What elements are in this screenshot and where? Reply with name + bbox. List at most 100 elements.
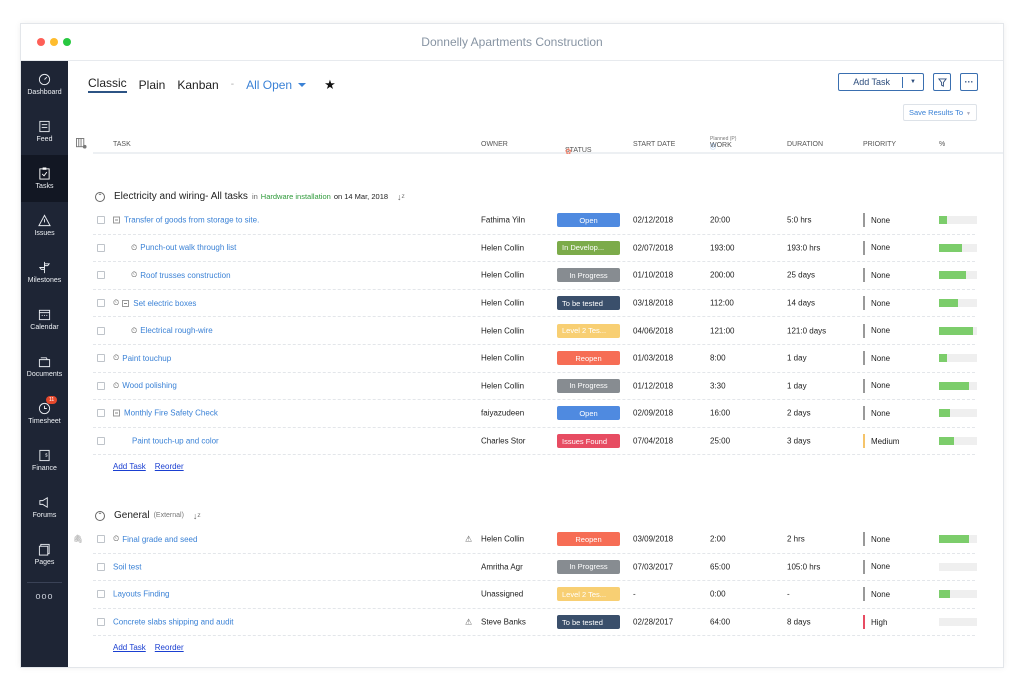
- duration[interactable]: -: [787, 590, 790, 599]
- sidebar-item-dashboard[interactable]: Dashboard: [21, 61, 68, 108]
- priority[interactable]: None: [863, 296, 890, 311]
- progress-bar[interactable]: [939, 326, 977, 335]
- progress-bar[interactable]: [939, 216, 977, 225]
- work-hours[interactable]: 121:00: [710, 326, 734, 335]
- sidebar-item-issues[interactable]: Issues: [21, 202, 68, 249]
- column-header-start-date[interactable]: START DATE: [633, 141, 675, 148]
- start-date[interactable]: 02/28/2017: [633, 618, 673, 627]
- status-settings-icon[interactable]: ✿: [565, 147, 572, 156]
- collapse-subtasks-icon[interactable]: [122, 299, 130, 307]
- task-checkbox[interactable]: [97, 618, 105, 627]
- priority[interactable]: None: [863, 268, 890, 283]
- status-badge[interactable]: Issues Found: [557, 434, 620, 449]
- more-options-button[interactable]: ···: [960, 73, 978, 91]
- timer-icon[interactable]: ⏲: [131, 270, 137, 280]
- task-owner[interactable]: Charles Stor: [481, 437, 529, 446]
- work-hours[interactable]: 112:00: [710, 299, 734, 308]
- status-badge[interactable]: Reopen: [557, 351, 620, 366]
- task-checkbox[interactable]: [97, 299, 105, 308]
- status-badge[interactable]: In Progress: [557, 559, 620, 574]
- progress-bar[interactable]: [939, 437, 977, 446]
- start-date[interactable]: 02/12/2018: [633, 216, 673, 225]
- task-owner[interactable]: Helen Collin: [481, 271, 529, 280]
- work-hours[interactable]: 25:00: [710, 437, 730, 446]
- task-owner[interactable]: Amritha Agr: [481, 562, 529, 571]
- task-checkbox[interactable]: [97, 326, 105, 335]
- status-badge[interactable]: In Progress: [557, 268, 620, 283]
- work-hours[interactable]: 65:00: [710, 562, 730, 571]
- task-checkbox[interactable]: [97, 437, 105, 446]
- timer-icon[interactable]: ⏲: [113, 534, 119, 544]
- task-owner[interactable]: faiyazudeen: [481, 409, 529, 418]
- task-checkbox[interactable]: [97, 590, 105, 599]
- priority[interactable]: None: [863, 351, 890, 366]
- start-date[interactable]: 01/10/2018: [633, 271, 673, 280]
- work-hours[interactable]: 3:30: [710, 381, 726, 390]
- filter-button[interactable]: [933, 73, 951, 91]
- task-owner[interactable]: Unassigned: [481, 590, 529, 599]
- add-task-dropdown-icon[interactable]: ▼: [903, 79, 923, 85]
- sidebar-item-milestones[interactable]: Milestones: [21, 249, 68, 296]
- progress-bar[interactable]: [939, 243, 977, 252]
- favorite-star-icon[interactable]: ★: [324, 77, 336, 93]
- task-owner[interactable]: Helen Collin: [481, 326, 529, 335]
- duration[interactable]: 105:0 hrs: [787, 562, 820, 571]
- sidebar-item-timesheet[interactable]: Timesheet 11: [21, 390, 68, 437]
- duration[interactable]: 8 days: [787, 618, 811, 627]
- task-name-link[interactable]: ⏲ Electrical rough-wire: [131, 326, 213, 336]
- work-hours[interactable]: 0:00: [710, 590, 726, 599]
- task-owner[interactable]: Helen Collin: [481, 535, 529, 544]
- column-header-task[interactable]: TASK: [113, 141, 131, 148]
- status-badge[interactable]: To be tested: [557, 615, 620, 630]
- start-date[interactable]: -: [633, 590, 636, 599]
- view-tab-kanban[interactable]: Kanban: [177, 78, 218, 92]
- priority[interactable]: None: [863, 240, 890, 255]
- progress-bar[interactable]: [939, 618, 977, 627]
- task-owner[interactable]: Helen Collin: [481, 243, 529, 252]
- task-name-link[interactable]: Layouts Finding: [113, 590, 169, 599]
- start-date[interactable]: 07/03/2017: [633, 562, 673, 571]
- task-checkbox[interactable]: [97, 243, 105, 252]
- task-checkbox[interactable]: [97, 562, 105, 571]
- timer-icon[interactable]: ⏲: [113, 298, 119, 308]
- sidebar-item-documents[interactable]: Documents: [21, 343, 68, 390]
- task-owner[interactable]: Helen Collin: [481, 381, 529, 390]
- add-task-button[interactable]: Add Task: [839, 77, 902, 87]
- work-hours[interactable]: 16:00: [710, 409, 730, 418]
- progress-bar[interactable]: [939, 409, 977, 418]
- work-hours[interactable]: 193:00: [710, 243, 734, 252]
- status-badge[interactable]: In Develop...: [557, 240, 620, 255]
- add-task-link[interactable]: Add Task: [113, 643, 146, 652]
- sidebar-item-calendar[interactable]: Calendar: [21, 296, 68, 343]
- status-badge[interactable]: Open: [557, 406, 620, 421]
- task-name-link[interactable]: ⏲ Wood polishing: [113, 381, 177, 391]
- task-owner[interactable]: Helen Collin: [481, 354, 529, 363]
- collapse-icon[interactable]: ⌃: [95, 191, 105, 202]
- filter-dropdown[interactable]: All Open: [246, 78, 292, 92]
- collapse-icon[interactable]: ⌃: [95, 510, 105, 521]
- task-name-link[interactable]: ⏲ Roof trusses construction: [131, 270, 231, 280]
- progress-bar[interactable]: [939, 299, 977, 308]
- task-name-link[interactable]: ⏲ Paint touchup: [113, 353, 171, 363]
- status-badge[interactable]: Open: [557, 213, 620, 228]
- work-hours[interactable]: 64:00: [710, 618, 730, 627]
- progress-bar[interactable]: [939, 535, 977, 544]
- add-task-link[interactable]: Add Task: [113, 462, 146, 471]
- task-checkbox[interactable]: [97, 216, 105, 225]
- status-badge[interactable]: Level 2 Tes...: [557, 587, 620, 602]
- sidebar-item-feed[interactable]: Feed: [21, 108, 68, 155]
- column-header-work[interactable]: WORK ⓘ Planned (P): [710, 136, 736, 151]
- duration[interactable]: 193:0 hrs: [787, 243, 820, 252]
- priority[interactable]: None: [863, 559, 890, 574]
- start-date[interactable]: 01/03/2018: [633, 354, 673, 363]
- task-checkbox[interactable]: [97, 409, 105, 418]
- start-date[interactable]: 07/04/2018: [633, 437, 673, 446]
- progress-bar[interactable]: [939, 562, 977, 571]
- task-name-link[interactable]: ⏲ Final grade and seed: [113, 534, 197, 544]
- task-name-link[interactable]: Soil test: [113, 562, 141, 571]
- task-owner[interactable]: Helen Collin: [481, 299, 529, 308]
- milestone-link[interactable]: Hardware installation: [261, 192, 331, 201]
- status-badge[interactable]: Reopen: [557, 532, 620, 547]
- sort-az-icon[interactable]: ↓ᶻ: [397, 192, 405, 202]
- attachment-icon[interactable]: 🖇: [73, 535, 83, 544]
